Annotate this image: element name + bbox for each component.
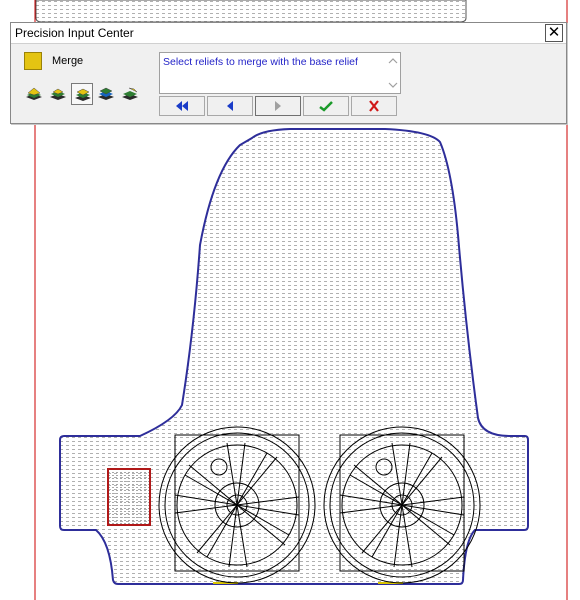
cancel-x-icon (369, 100, 379, 112)
back-button[interactable] (207, 96, 253, 116)
relief-mode-5-icon (122, 87, 138, 100)
relief-mode-2-button[interactable] (47, 83, 69, 105)
navigation-button-bar (159, 96, 401, 118)
relief-merge-mode-icon (75, 88, 91, 101)
dialog-title-bar[interactable]: Precision Input Center ✕ (11, 23, 566, 44)
rewind-icon (176, 101, 188, 111)
relief-mode-4-button[interactable] (95, 83, 117, 105)
prompt-message-box: Select reliefs to merge with the base re… (159, 52, 401, 94)
relief-mode-1-icon (26, 87, 42, 100)
scroll-up-icon[interactable] (388, 56, 398, 66)
forward-button[interactable] (255, 96, 301, 116)
rewind-button[interactable] (159, 96, 205, 116)
relief-mode-2-icon (50, 88, 66, 100)
relief-mode-1-button[interactable] (23, 83, 45, 105)
close-button[interactable]: ✕ (545, 24, 563, 42)
tool-name-label: Merge (52, 55, 84, 67)
forward-icon (275, 101, 281, 111)
accept-check-icon (319, 101, 333, 112)
dialog-title: Precision Input Center (15, 26, 134, 40)
relief-mode-5-button[interactable] (119, 83, 141, 105)
back-icon (227, 101, 233, 111)
cancel-button[interactable] (351, 96, 397, 116)
relief-mode-4-icon (98, 87, 114, 100)
precision-input-center-dialog: Precision Input Center ✕ Merge Select re… (10, 22, 567, 124)
merge-color-swatch (24, 52, 42, 70)
relief-merge-mode-button[interactable] (71, 83, 93, 105)
selected-relief-rect[interactable] (107, 468, 151, 526)
scroll-down-icon[interactable] (388, 80, 398, 90)
prompt-message-text: Select reliefs to merge with the base re… (163, 56, 358, 68)
prompt-scrollbar[interactable] (386, 53, 400, 93)
background-relief (35, 0, 467, 23)
accept-button[interactable] (303, 96, 349, 116)
